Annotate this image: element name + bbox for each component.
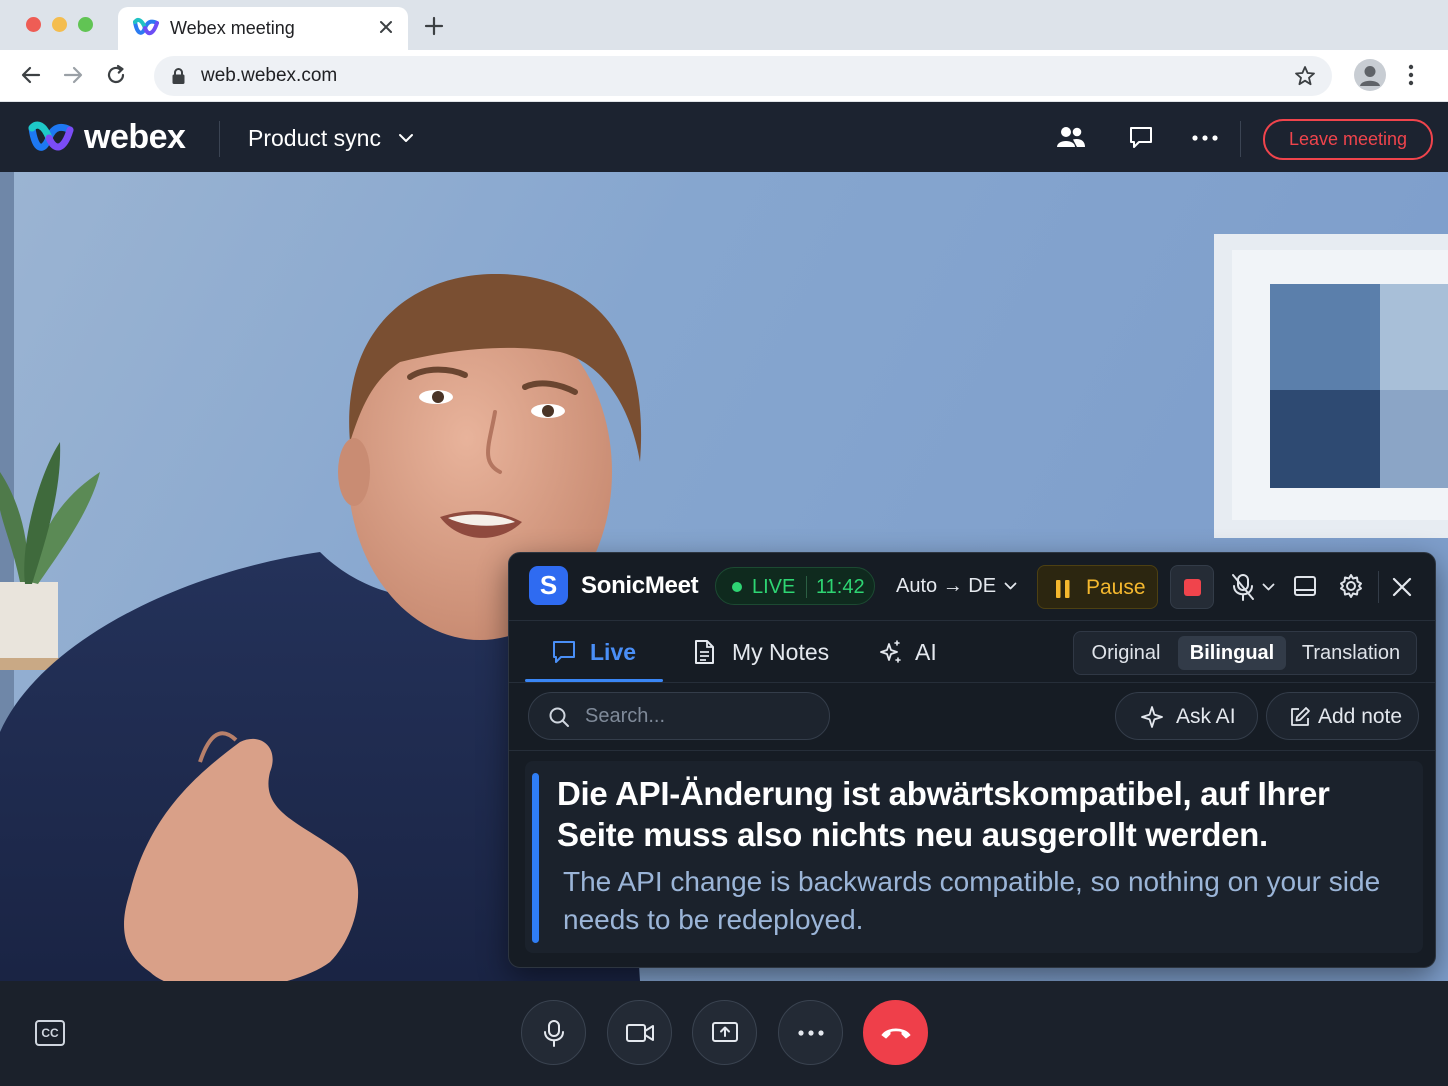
microphone-button[interactable] (521, 1000, 586, 1065)
live-label: LIVE (752, 576, 796, 598)
browser-tab[interactable]: Webex meeting (118, 7, 408, 50)
caption-original-text: Die API-Änderung ist abwärtskompatibel, … (557, 775, 1330, 853)
browser-toolbar: web.webex.com (0, 50, 1448, 102)
sonicmeet-header: S SonicMeet LIVE 11:42 Auto → DE Pause (509, 553, 1435, 621)
webex-favicon-icon (133, 17, 159, 39)
caption-accent-bar (532, 773, 539, 943)
sonicmeet-panel: S SonicMeet LIVE 11:42 Auto → DE Pause L… (508, 552, 1436, 968)
back-arrow-icon[interactable] (20, 64, 42, 86)
ask-ai-button[interactable]: Ask AI (1115, 692, 1258, 740)
sonicmeet-tabs: Live My Notes AI Original Bilingual Tran… (509, 621, 1435, 683)
gear-icon[interactable] (1338, 573, 1364, 599)
kebab-menu-icon[interactable] (1408, 64, 1414, 86)
sonicmeet-logo: S (529, 566, 568, 605)
more-options-button[interactable] (778, 1000, 843, 1065)
reload-icon[interactable] (105, 64, 127, 86)
tab-label: AI (915, 639, 937, 665)
meeting-title[interactable]: Product sync (248, 125, 381, 152)
participants-icon[interactable] (1056, 124, 1086, 150)
live-dot-icon (732, 582, 742, 592)
lock-icon (171, 67, 186, 85)
live-status-badge: LIVE 11:42 (715, 567, 875, 605)
window-close-button[interactable] (26, 17, 41, 32)
edit-note-icon (1289, 706, 1311, 728)
webex-header: webex Product sync Leave meeting (0, 102, 1448, 172)
view-original-button[interactable]: Original (1078, 636, 1174, 670)
plus-icon[interactable] (424, 16, 444, 36)
caption-translation-text: The API change is backwards compatible, … (563, 866, 1381, 935)
chevron-down-icon[interactable] (1004, 582, 1017, 590)
chevron-down-icon[interactable] (398, 133, 414, 143)
meeting-controls-bar: CC (0, 981, 1448, 1086)
add-note-button[interactable]: Add note (1266, 692, 1419, 740)
search-input[interactable] (585, 701, 815, 731)
more-icon (797, 1029, 824, 1036)
webex-brand: webex (84, 118, 186, 156)
header-divider (1378, 571, 1379, 603)
header-divider (219, 121, 220, 157)
pause-label: Pause (1086, 576, 1146, 599)
pause-button[interactable]: Pause (1037, 565, 1158, 609)
caption-card: Die API-Änderung ist abwärtskompatibel, … (525, 761, 1423, 953)
chevron-down-icon[interactable] (1262, 583, 1275, 591)
ask-ai-label: Ask AI (1176, 705, 1236, 728)
more-icon[interactable] (1192, 135, 1218, 141)
sparkle-icon (877, 639, 903, 665)
search-box (528, 692, 830, 740)
header-divider (1240, 121, 1241, 157)
view-translation-button[interactable]: Translation (1290, 636, 1412, 670)
close-icon[interactable] (1392, 577, 1412, 597)
webex-logo-icon (28, 120, 74, 156)
leave-meeting-button[interactable]: Leave meeting (1263, 119, 1433, 160)
add-note-label: Add note (1318, 705, 1403, 728)
chat-icon[interactable] (1128, 124, 1154, 150)
microphone-icon (543, 1019, 564, 1047)
tab-my-notes[interactable]: My Notes (691, 621, 841, 681)
window-maximize-button[interactable] (78, 17, 93, 32)
tab-ai[interactable]: AI (875, 621, 945, 681)
end-call-button[interactable] (863, 1000, 928, 1065)
elapsed-time: 11:42 (816, 576, 865, 598)
stop-icon (1184, 579, 1201, 596)
tab-label: My Notes (732, 639, 830, 665)
live-divider (806, 576, 807, 598)
mini-window-icon[interactable] (1293, 575, 1317, 597)
tab-live[interactable]: Live (533, 621, 663, 681)
forward-arrow-icon[interactable] (62, 64, 84, 86)
window-minimize-button[interactable] (52, 17, 67, 32)
microphone-muted-icon[interactable] (1231, 573, 1255, 601)
pause-icon (1055, 580, 1071, 598)
sonicmeet-toolbar: Ask AI Add note (509, 683, 1435, 751)
tab-title: Webex meeting (170, 18, 295, 38)
star-icon[interactable] (1294, 65, 1316, 87)
url-text: web.webex.com (201, 65, 338, 86)
search-icon (548, 706, 570, 728)
stop-recording-button[interactable] (1170, 565, 1214, 609)
sparkle-icon (1141, 706, 1163, 728)
address-bar[interactable]: web.webex.com (154, 56, 1332, 96)
closed-captions-button[interactable]: CC (35, 1020, 65, 1046)
profile-icon[interactable] (1354, 59, 1386, 91)
video-button[interactable] (607, 1000, 672, 1065)
sonicmeet-name: SonicMeet (581, 572, 699, 599)
share-screen-button[interactable] (692, 1000, 757, 1065)
view-bilingual-button[interactable]: Bilingual (1178, 636, 1286, 670)
close-icon[interactable] (378, 19, 394, 35)
document-icon (693, 639, 715, 665)
chat-bubble-icon (551, 639, 577, 665)
active-tab-indicator (525, 679, 663, 682)
view-mode-toggle: Original Bilingual Translation (1073, 631, 1417, 675)
browser-tab-bar: Webex meeting (0, 0, 1448, 50)
share-screen-icon (711, 1021, 738, 1042)
tab-label: Live (590, 639, 637, 665)
language-selector[interactable]: Auto → DE (896, 575, 996, 598)
end-call-icon (881, 1028, 910, 1038)
video-camera-icon (625, 1023, 654, 1042)
